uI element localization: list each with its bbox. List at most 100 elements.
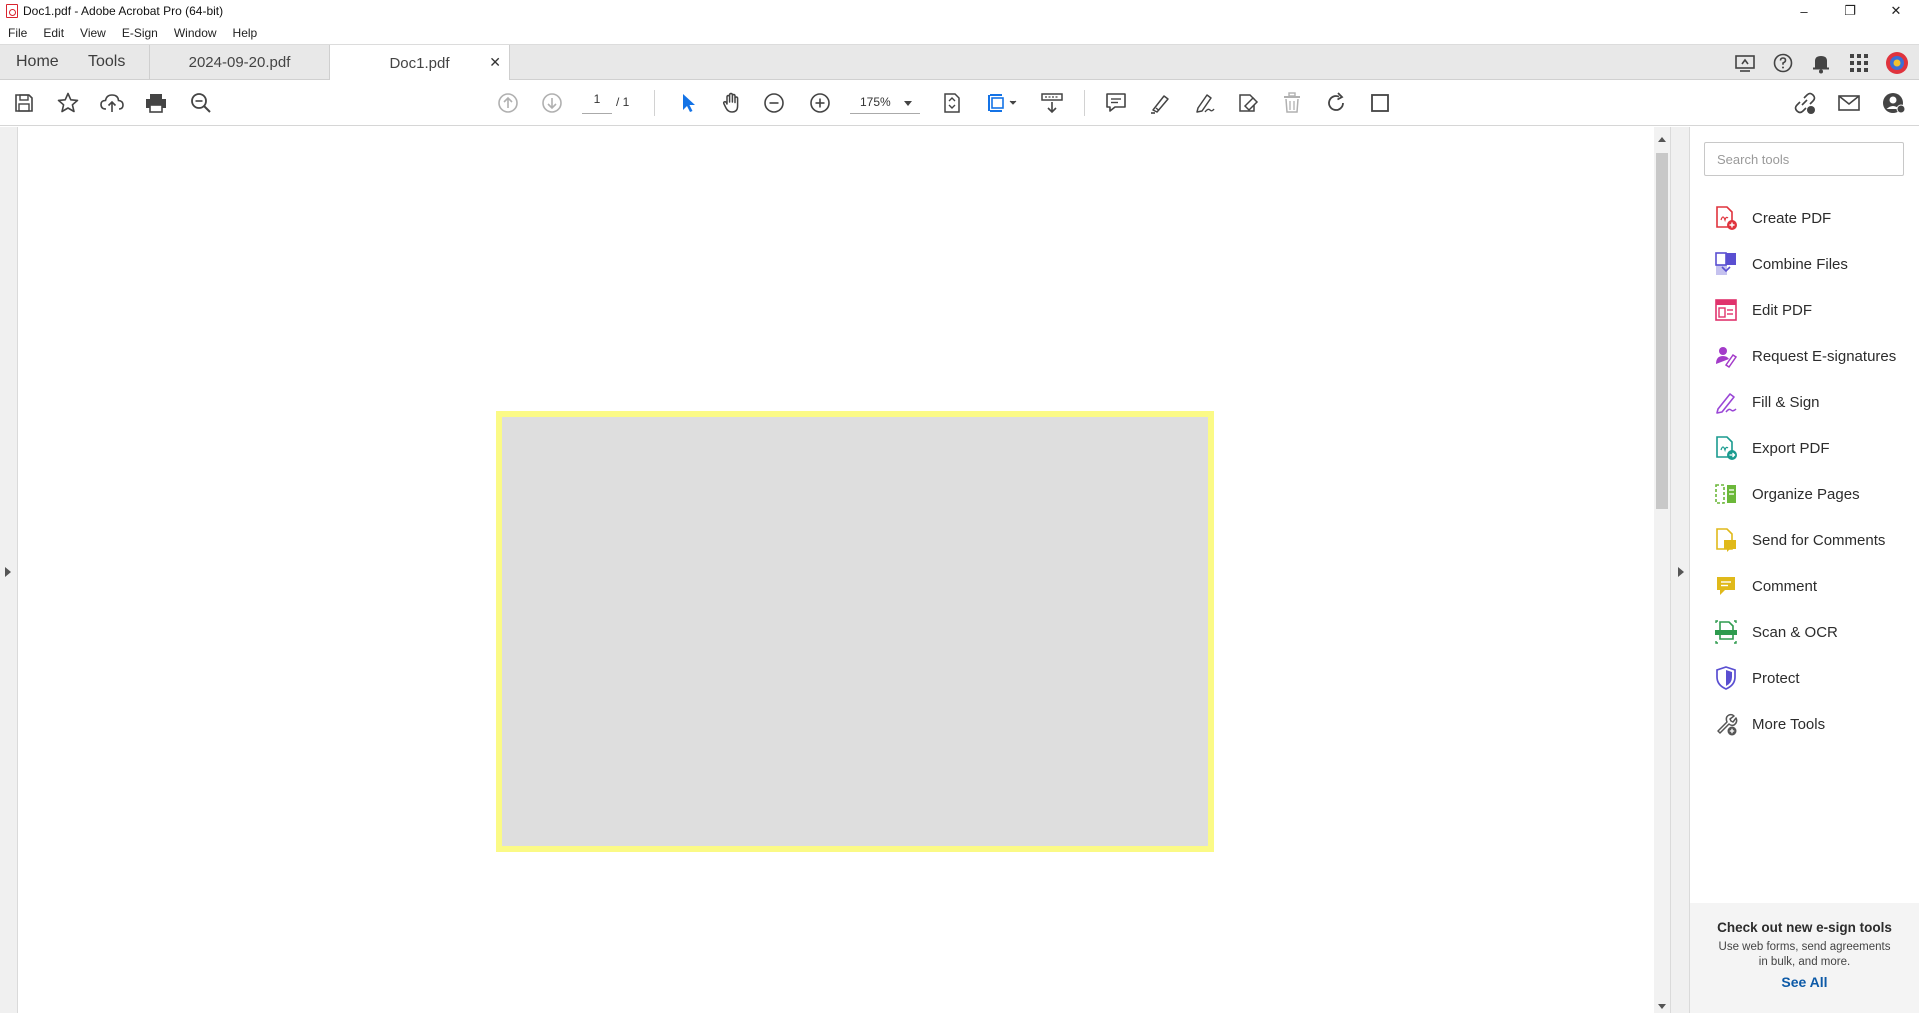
restore-button[interactable]: ❐: [1827, 0, 1873, 22]
tool-list: Create PDF Combine Files Edit PDF Reques…: [1714, 195, 1896, 747]
close-window-button[interactable]: ✕: [1873, 0, 1919, 22]
menu-view[interactable]: View: [80, 26, 106, 40]
user-avatar-icon[interactable]: [1885, 51, 1909, 75]
zoom-in-icon[interactable]: [806, 89, 834, 117]
highlight-pen-icon[interactable]: [1146, 89, 1174, 117]
scroll-up-arrow-icon[interactable]: [1658, 137, 1666, 142]
save-icon[interactable]: [10, 89, 38, 117]
select-cursor-icon[interactable]: [674, 89, 702, 117]
tool-label: More Tools: [1752, 715, 1826, 733]
acrobat-app-icon: [6, 4, 18, 18]
doc-tab-doc1[interactable]: Doc1.pdf ✕: [330, 45, 510, 81]
tool-organize-pages[interactable]: Organize Pages: [1714, 471, 1896, 517]
tool-label: Export PDF: [1752, 439, 1830, 457]
minimize-button[interactable]: –: [1781, 0, 1827, 22]
promo-title: Check out new e-sign tools: [1717, 920, 1892, 935]
zoom-out-icon[interactable]: [760, 89, 788, 117]
tool-create-pdf[interactable]: Create PDF: [1714, 195, 1896, 241]
protect-icon: [1714, 665, 1738, 691]
find-zoom-icon[interactable]: [187, 89, 215, 117]
window-title: Doc1.pdf - Adobe Acrobat Pro (64-bit): [23, 4, 224, 18]
edit-pdf-icon: [1714, 297, 1738, 323]
scroll-mode-icon[interactable]: [984, 89, 1022, 117]
apps-grid-icon[interactable]: [1847, 51, 1871, 75]
expand-left-arrow-icon[interactable]: [5, 567, 11, 577]
fit-page-icon[interactable]: [938, 89, 966, 117]
rectangle-tool-icon[interactable]: [1366, 89, 1394, 117]
send-sign-icon[interactable]: [1234, 89, 1262, 117]
help-icon[interactable]: [1771, 51, 1795, 75]
right-panel-toggle[interactable]: [1670, 127, 1690, 1013]
share-user-icon[interactable]: [1880, 89, 1908, 117]
print-icon[interactable]: [142, 89, 170, 117]
see-all-link[interactable]: See All: [1690, 974, 1919, 990]
share-screen-icon[interactable]: [1733, 51, 1757, 75]
hand-tool-icon[interactable]: [718, 89, 746, 117]
highlighted-content-block[interactable]: [496, 411, 1214, 852]
tool-combine-files[interactable]: Combine Files: [1714, 241, 1896, 287]
collapse-right-arrow-icon[interactable]: [1678, 567, 1684, 577]
menu-esign[interactable]: E-Sign: [122, 26, 158, 40]
tool-label: Combine Files: [1752, 255, 1848, 273]
more-tools-icon: [1714, 711, 1738, 737]
add-comment-icon[interactable]: [1102, 89, 1130, 117]
tool-label: Protect: [1752, 669, 1800, 687]
tab-home[interactable]: Home: [0, 45, 72, 79]
tool-edit-pdf[interactable]: Edit PDF: [1714, 287, 1896, 333]
tool-label: Request E-signatures: [1752, 347, 1897, 365]
share-link-icon[interactable]: [1790, 89, 1818, 117]
tool-send-for-comments[interactable]: Send for Comments: [1714, 517, 1896, 563]
close-tab-icon[interactable]: ✕: [489, 54, 501, 71]
tool-label: Comment: [1752, 577, 1818, 595]
tool-fill-sign[interactable]: Fill & Sign: [1714, 379, 1896, 425]
scrollbar-thumb[interactable]: [1656, 153, 1668, 509]
tool-comment[interactable]: Comment: [1714, 563, 1896, 609]
search-tools-input[interactable]: [1704, 142, 1904, 176]
comment-icon: [1714, 573, 1738, 599]
menu-help[interactable]: Help: [233, 26, 258, 40]
left-panel-toggle[interactable]: [0, 127, 18, 1013]
create-pdf-icon: [1714, 205, 1738, 231]
email-icon[interactable]: [1835, 89, 1863, 117]
tool-request-esignatures[interactable]: Request E-signatures: [1714, 333, 1896, 379]
doc-tab-2024-09-20[interactable]: 2024-09-20.pdf: [150, 45, 330, 79]
tool-protect[interactable]: Protect: [1714, 655, 1896, 701]
tool-export-pdf[interactable]: Export PDF: [1714, 425, 1896, 471]
title-bar: Doc1.pdf - Adobe Acrobat Pro (64-bit) – …: [0, 0, 1919, 22]
request-esignatures-icon: [1714, 343, 1738, 369]
combine-files-icon: [1714, 251, 1738, 277]
tab-tools[interactable]: Tools: [72, 45, 150, 79]
cloud-upload-icon[interactable]: [98, 89, 126, 117]
tool-label: Create PDF: [1752, 209, 1832, 227]
organize-pages-icon: [1714, 481, 1738, 507]
rotate-icon[interactable]: [1322, 89, 1350, 117]
vertical-scrollbar[interactable]: [1654, 127, 1670, 1013]
promo-description: Use web forms, send agreements in bulk, …: [1718, 941, 1891, 968]
menu-file[interactable]: File: [8, 26, 27, 40]
notifications-bell-icon[interactable]: [1809, 51, 1833, 75]
menu-window[interactable]: Window: [174, 26, 217, 40]
document-viewport[interactable]: [18, 127, 1654, 1013]
bookmark-star-icon[interactable]: [54, 89, 82, 117]
tools-pane: Create PDF Combine Files Edit PDF Reques…: [1690, 127, 1919, 1013]
next-page-icon[interactable]: [538, 89, 566, 117]
scan-ocr-icon: [1714, 619, 1738, 645]
send-for-comments-icon: [1714, 527, 1738, 553]
doc-tab-label: 2024-09-20.pdf: [188, 53, 291, 71]
page-number-input[interactable]: 1: [582, 92, 612, 114]
page-total: / 1: [616, 95, 630, 109]
tool-more-tools[interactable]: More Tools: [1714, 701, 1896, 747]
scroll-down-arrow-icon[interactable]: [1658, 1004, 1666, 1009]
sign-pen-icon[interactable]: [1190, 89, 1218, 117]
menu-bar: File Edit View E-Sign Window Help: [0, 22, 1919, 44]
previous-page-icon[interactable]: [494, 89, 522, 117]
tool-scan-ocr[interactable]: Scan & OCR: [1714, 609, 1896, 655]
doc-tab-label: Doc1.pdf: [389, 54, 450, 72]
tab-bar: Home Tools 2024-09-20.pdf Doc1.pdf ✕: [0, 44, 1919, 81]
esign-promo-banner: Check out new e-sign tools Use web forms…: [1690, 903, 1919, 1013]
read-mode-icon[interactable]: [1038, 89, 1066, 117]
menu-edit[interactable]: Edit: [43, 26, 64, 40]
delete-trash-icon[interactable]: [1278, 89, 1306, 117]
tool-label: Scan & OCR: [1752, 623, 1838, 641]
zoom-dropdown-caret-icon[interactable]: [904, 101, 912, 106]
